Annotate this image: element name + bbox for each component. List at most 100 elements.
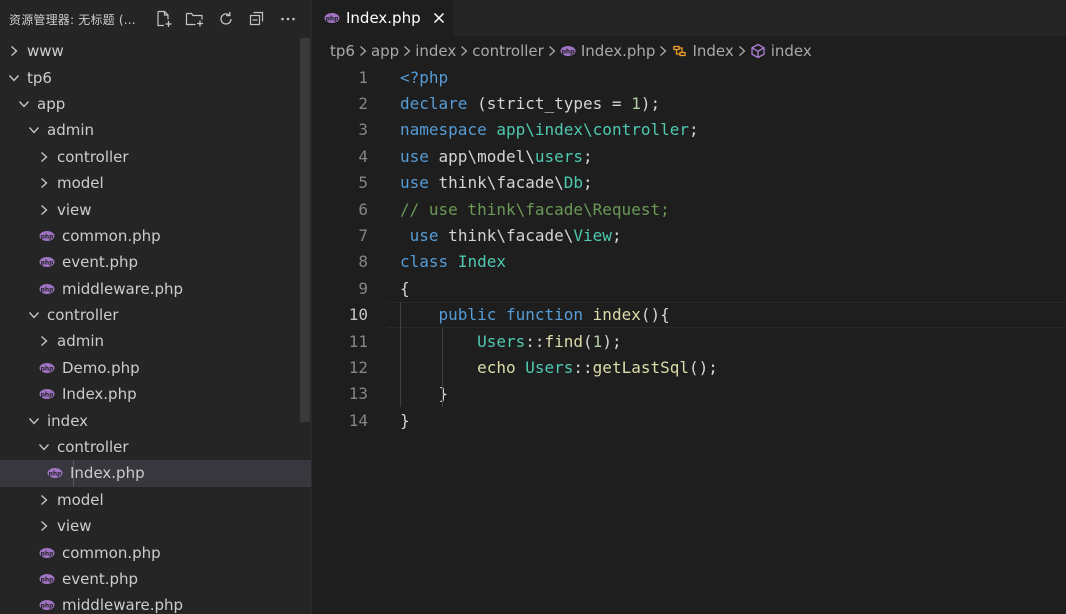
code-line[interactable]: 13 } [312,381,1066,407]
svg-text:php: php [41,392,55,399]
php-icon: php [39,362,55,374]
tree-file[interactable]: php Index.php [0,381,311,407]
code-token: (); [689,357,718,377]
code-text: // use think\facade\Request; [400,200,670,219]
breadcrumb-label: index [415,42,457,60]
tree-item-label: event.php [62,570,139,588]
tree-folder[interactable]: view [0,196,311,222]
tree-file[interactable]: php Demo.php [0,355,311,381]
code-line[interactable]: 11 Users::find(1); [312,328,1066,354]
breadcrumb-item[interactable]: index [415,42,456,60]
line-number: 5 [358,173,368,193]
php-icon: php [324,12,340,24]
close-icon[interactable] [433,12,445,24]
tree-file[interactable]: php Index.php [0,460,311,487]
line-number: 1 [358,67,368,87]
tree-folder[interactable]: controller [0,434,311,460]
tree-file[interactable]: php common.php [0,223,311,249]
tree-folder[interactable]: controller [0,144,311,170]
refresh-icon[interactable] [210,7,241,31]
code-text: use think\facade\View; [400,226,622,245]
tree-folder[interactable]: app [0,91,311,117]
code-token: // use think\facade\Request; [400,199,670,219]
code-token: (){ [640,305,670,325]
breadcrumb-item[interactable]: index [750,42,812,60]
chevron-down-icon [27,123,41,137]
code-token: ); [602,331,622,351]
breadcrumb-item[interactable]: Index [671,42,734,60]
tree-folder[interactable]: index [0,407,311,433]
tree-folder[interactable]: model [0,170,311,196]
breadcrumb-item[interactable]: controller [472,42,544,60]
code-token: } [400,384,449,404]
sidebar-scrollbar[interactable] [300,38,310,422]
tree-folder[interactable]: controller [0,302,311,328]
tree-item-label: controller [57,438,129,457]
tree-folder[interactable]: view [0,513,311,539]
breadcrumb-item[interactable]: app [371,42,399,60]
svg-text:php: php [41,603,55,610]
code-line[interactable]: 5 use think\facade\Db; [312,170,1066,196]
code-line[interactable]: 12 echo Users::getLastSql(); [312,354,1066,380]
tree-item-label: controller [57,147,129,166]
code-token: users [534,146,584,166]
tree-file[interactable]: php middleware.php [0,592,311,614]
tree-file[interactable]: php common.php [0,539,311,565]
tree-folder[interactable]: admin [0,328,311,354]
code-line[interactable]: 4 use app\model\users; [312,143,1066,169]
tree-folder[interactable]: www [0,38,311,64]
chevron-right-icon [358,45,368,57]
tree-item-label: event.php [62,253,139,272]
explorer-title: 资源管理器: 无标题 (... [9,12,136,27]
tree-file[interactable]: php event.php [0,249,311,275]
tree-folder[interactable]: admin [0,117,311,143]
code-line[interactable]: 6 // use think\facade\Request; [312,196,1066,222]
new-folder-icon[interactable] [179,7,210,31]
tab-index-php[interactable]: php Index.php [312,0,454,36]
php-icon: php [39,547,55,559]
code-editor[interactable]: 1 <?php 2 declare (strict_types = 1); 3 names… [312,64,1066,433]
code-line[interactable]: 14} [312,407,1066,433]
tree-item-label: app [37,94,66,113]
collapse-all-icon[interactable] [241,7,272,31]
tree-item-label: common.php [62,226,161,245]
code-line[interactable]: 3 namespace app\index\controller; [312,117,1066,143]
line-number: 7 [358,226,368,246]
code-line[interactable]: 2 declare (strict_types = 1); [312,90,1066,116]
tree-folder[interactable]: tp6 [0,64,311,90]
code-line[interactable]: 10 public function index(){ [312,301,1066,329]
php-icon: php [560,45,576,57]
code-token: } [400,410,410,430]
new-file-icon[interactable] [148,7,179,31]
breadcrumb-label: Index.php [580,42,656,60]
code-line[interactable]: 7 use think\facade\View; [312,222,1066,248]
chevron-right-icon [402,45,412,57]
tree-file[interactable]: php event.php [0,566,311,592]
breadcrumb-label: controller [472,42,544,60]
code-token: index [592,305,641,325]
code-token: class [400,252,449,272]
code-line[interactable]: 1 <?php [312,64,1066,90]
tree-item-label: middleware.php [62,596,184,614]
tree-item-label: tp6 [27,68,52,87]
tree-file[interactable]: php middleware.php [0,276,311,302]
code-line[interactable]: 9{ [312,275,1066,301]
line-number: 3 [358,120,368,140]
code-token: ( [583,331,593,351]
code-token: use [409,226,439,246]
code-line[interactable]: 8 class Index [312,249,1066,275]
code-token: use [400,173,429,193]
code-token: ; [583,173,593,193]
more-icon[interactable] [272,7,303,31]
chevron-right-icon [37,176,51,190]
line-number: 6 [358,199,368,219]
tree-item-label: Demo.php [62,358,140,377]
tree-folder[interactable]: model [0,487,311,513]
breadcrumb-item[interactable]: php Index.php [560,42,656,60]
breadcrumb-label: tp6 [330,42,355,60]
breadcrumb-item[interactable]: tp6 [330,42,355,60]
chevron-right-icon [37,519,51,533]
